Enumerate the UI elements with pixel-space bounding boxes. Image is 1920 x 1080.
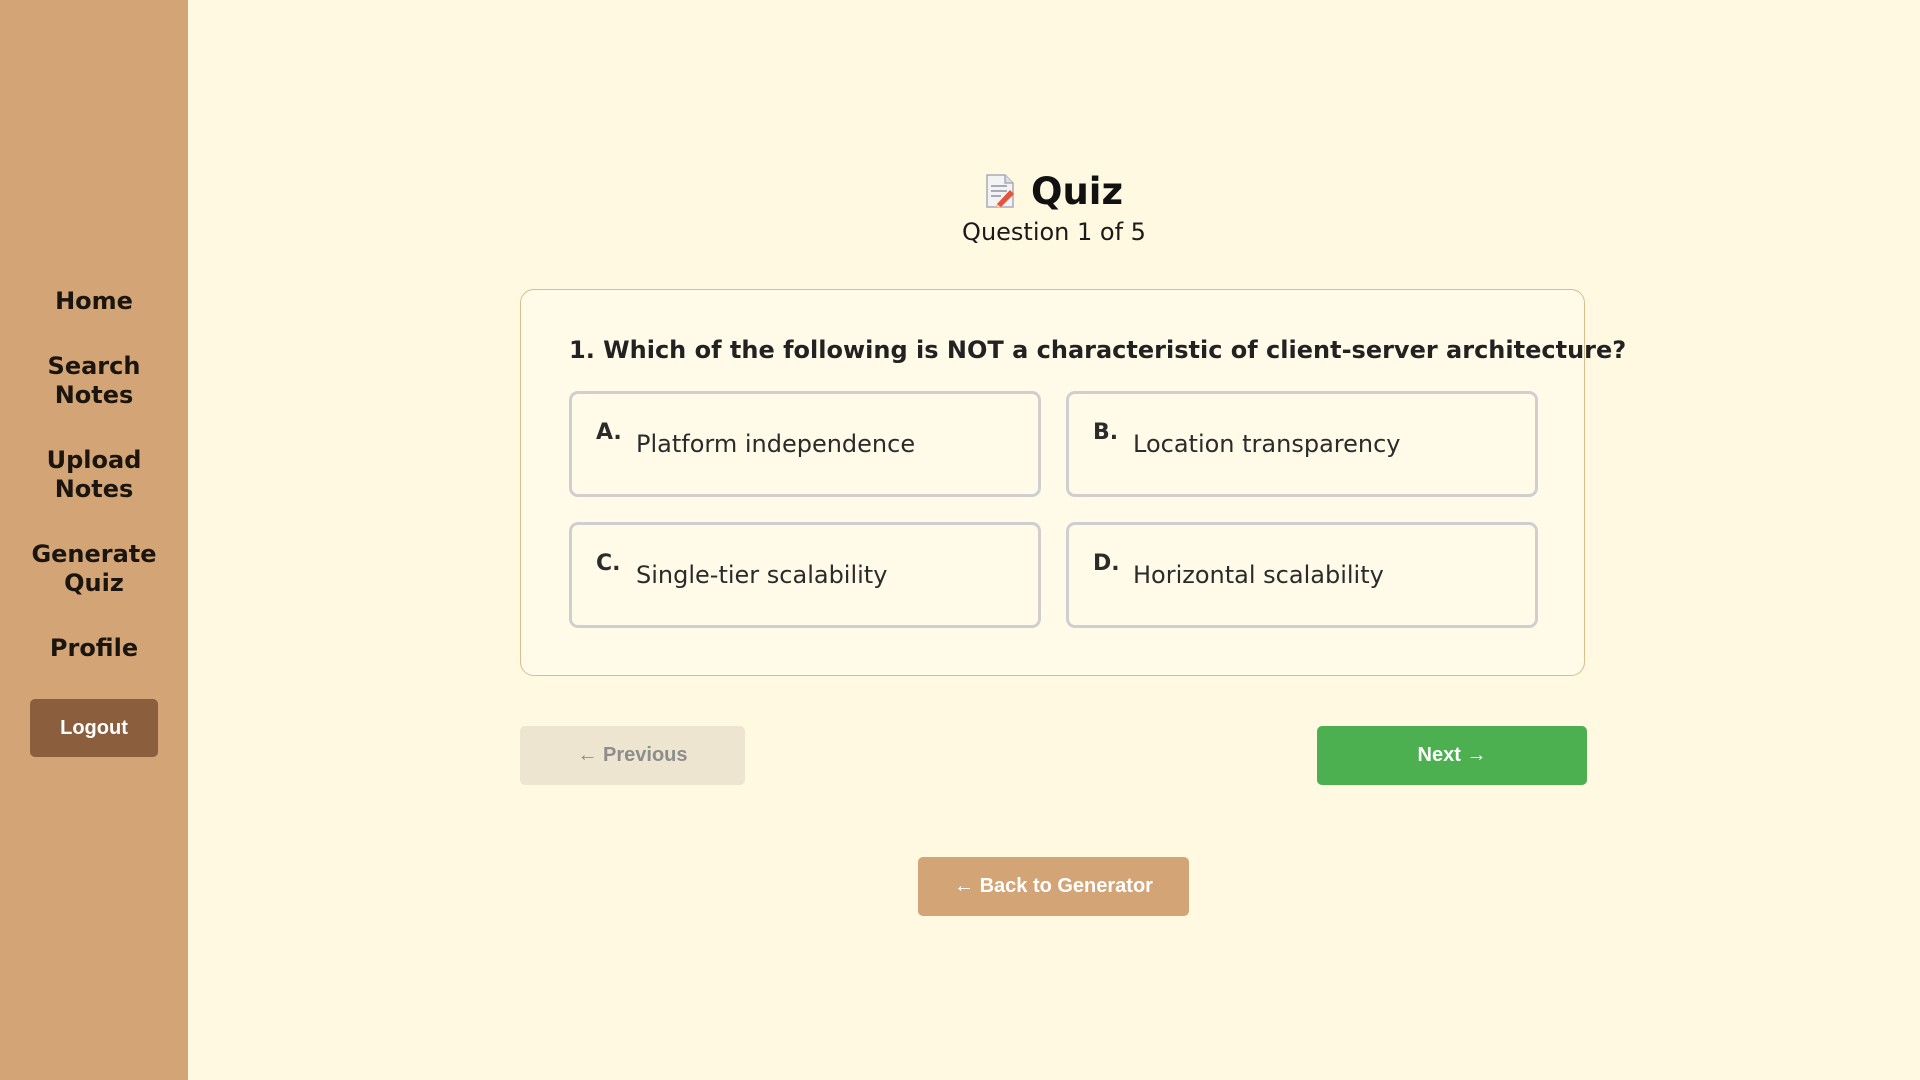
page-title: Quiz bbox=[1030, 169, 1123, 213]
quiz-header: Quiz Question 1 of 5 bbox=[188, 166, 1920, 247]
option-letter: B. bbox=[1093, 420, 1119, 445]
sidebar-item-generate-quiz[interactable]: Generate Quiz bbox=[0, 540, 188, 598]
option-text: Platform independence bbox=[636, 430, 916, 458]
option-b[interactable]: B. Location transparency bbox=[1066, 391, 1538, 497]
option-text: Location transparency bbox=[1133, 430, 1401, 458]
sidebar-item-upload-notes[interactable]: Upload Notes bbox=[0, 446, 188, 504]
sidebar-item-search-notes[interactable]: Search Notes bbox=[0, 352, 188, 410]
title-row: Quiz bbox=[188, 166, 1920, 216]
sidebar: Home Search Notes Upload Notes Generate … bbox=[0, 0, 188, 1080]
option-letter: C. bbox=[596, 551, 621, 576]
back-to-generator-button[interactable]: ← Back to Generator bbox=[918, 857, 1189, 916]
option-text: Single-tier scalability bbox=[636, 561, 888, 589]
memo-icon bbox=[985, 173, 1015, 209]
option-a[interactable]: A. Platform independence bbox=[569, 391, 1041, 497]
logout-button[interactable]: Logout bbox=[30, 699, 158, 757]
option-c[interactable]: C. Single-tier scalability bbox=[569, 522, 1041, 628]
option-letter: A. bbox=[596, 420, 622, 445]
question-text: 1. Which of the following is NOT a chara… bbox=[569, 336, 1627, 364]
sidebar-item-home[interactable]: Home bbox=[0, 287, 188, 316]
sidebar-item-profile[interactable]: Profile bbox=[0, 634, 188, 663]
previous-button[interactable]: ← Previous bbox=[520, 726, 745, 785]
option-letter: D. bbox=[1093, 551, 1120, 576]
option-text: Horizontal scalability bbox=[1133, 561, 1384, 589]
question-card: 1. Which of the following is NOT a chara… bbox=[520, 289, 1626, 676]
option-d[interactable]: D. Horizontal scalability bbox=[1066, 522, 1538, 628]
question-progress: Question 1 of 5 bbox=[962, 218, 1146, 246]
next-button[interactable]: Next → bbox=[1317, 726, 1587, 785]
